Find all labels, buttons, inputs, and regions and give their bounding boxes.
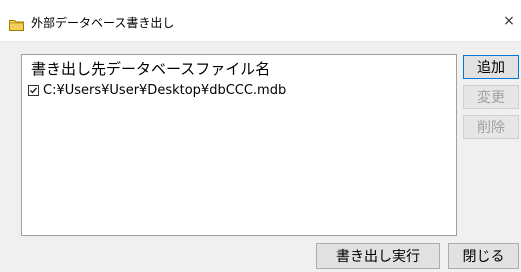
window-title: 外部データベース書き出し: [31, 16, 175, 30]
add-button[interactable]: 追加: [463, 55, 519, 79]
export-run-button[interactable]: 書き出し実行: [316, 243, 440, 269]
database-file-list[interactable]: 書き出し先データベースファイル名 C:¥Users¥User¥Desktop¥d…: [21, 54, 457, 236]
close-button[interactable]: 閉じる: [448, 243, 519, 269]
item-checkbox[interactable]: [28, 84, 39, 96]
file-path-label: C:¥Users¥User¥Desktop¥dbCCC.mdb: [43, 82, 287, 98]
list-item[interactable]: C:¥Users¥User¥Desktop¥dbCCC.mdb: [28, 82, 286, 98]
title-bar: 外部データベース書き出し ×: [0, 0, 521, 42]
change-button[interactable]: 変更: [463, 85, 519, 109]
folder-icon: [9, 16, 24, 31]
close-icon[interactable]: ×: [497, 9, 521, 33]
list-header: 書き出し先データベースファイル名: [31, 60, 271, 78]
delete-button[interactable]: 削除: [463, 115, 519, 139]
